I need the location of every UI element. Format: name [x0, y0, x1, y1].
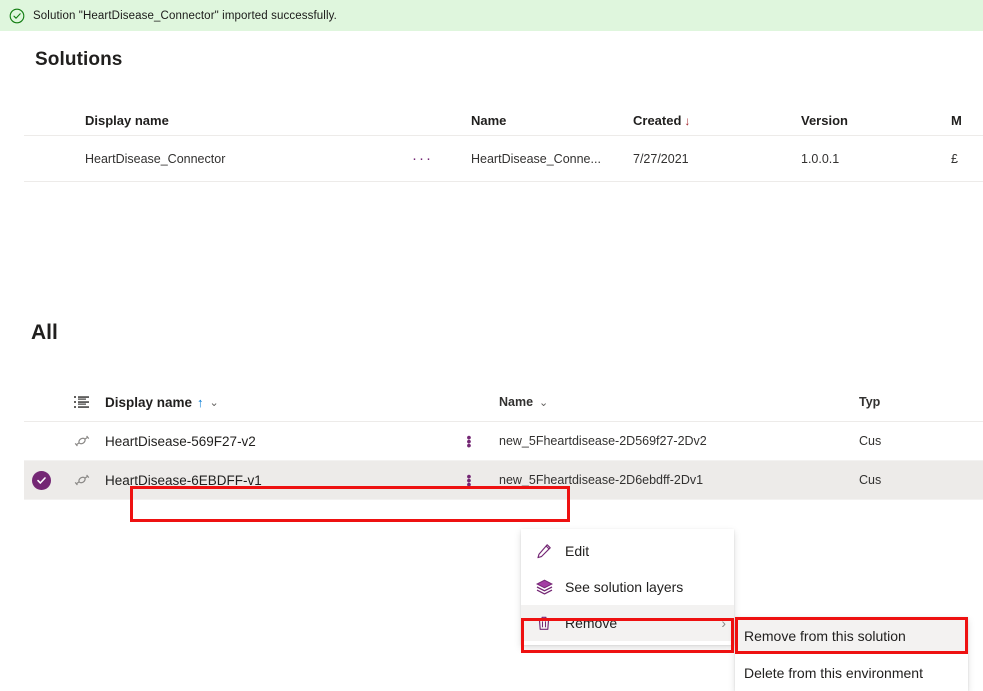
chevron-down-icon[interactable]: ⌄: [539, 397, 548, 409]
column-header-managed[interactable]: M: [951, 113, 983, 135]
banner-message: Solution "HeartDisease_Connector" import…: [33, 9, 337, 22]
chevron-down-icon[interactable]: ⌄: [210, 396, 219, 409]
context-menu-item-remove-label: Remove: [565, 615, 618, 631]
import-success-banner: Solution "HeartDisease_Connector" import…: [0, 0, 983, 31]
pencil-icon: [535, 542, 553, 560]
trash-icon: [535, 614, 553, 632]
row-overflow-menu-icon[interactable]: ···: [409, 151, 471, 166]
submenu-item-delete-from-this-environment[interactable]: Delete from this environment: [735, 654, 968, 691]
row-overflow-menu-icon[interactable]: • • •: [463, 469, 475, 491]
context-menu-item-see-solution-layers-label: See solution layers: [565, 579, 684, 595]
table-row[interactable]: HeartDisease_Connector ··· HeartDisease_…: [24, 136, 983, 182]
page-content: Solutions Display name Name Created ↓ Ver…: [0, 31, 983, 691]
sort-descending-icon: ↓: [684, 114, 691, 128]
sort-ascending-icon: ↑: [197, 394, 204, 410]
cell-type: Cus: [859, 434, 882, 448]
row-type-icon-cell: [59, 472, 105, 488]
remove-submenu: Remove from this solution Delete from th…: [735, 617, 968, 691]
column-header-all-type[interactable]: Typ: [859, 395, 899, 409]
connector-icon: [74, 474, 90, 486]
header-list-view-icon-cell[interactable]: [59, 395, 105, 410]
cell-display-name[interactable]: HeartDisease-569F27-v2 • • •: [105, 430, 499, 452]
all-table-header: Display name ↑ ⌄ Name ⌄ Typ: [24, 383, 983, 422]
cell-managed: £: [951, 151, 958, 166]
column-header-all-display-name-label: Display name: [105, 394, 193, 410]
cell-display-name-text: HeartDisease-6EBDFF-v1: [105, 472, 262, 488]
circle-check-icon: [9, 8, 25, 23]
list-view-icon: [74, 395, 89, 408]
cell-display-name[interactable]: HeartDisease_Connector: [24, 152, 409, 166]
table-row[interactable]: HeartDisease-6EBDFF-v1 • • • new_5Fheartdi…: [24, 461, 983, 500]
all-section-title: All: [31, 321, 58, 344]
column-header-all-name-label: Name: [499, 395, 534, 409]
row-selected-check-icon: [32, 470, 51, 490]
layers-icon: [535, 578, 553, 596]
checkmark-icon: [37, 476, 46, 484]
submenu-item-remove-from-this-solution[interactable]: Remove from this solution: [735, 617, 968, 654]
cell-display-name-text: HeartDisease-569F27-v2: [105, 433, 256, 449]
column-header-all-display-name[interactable]: Display name ↑ ⌄: [105, 395, 499, 410]
row-type-icon-cell: [59, 433, 105, 449]
cell-name: new_5Fheartdisease-2D6ebdff-2Dv1: [499, 473, 704, 487]
cell-type: Cus: [859, 473, 882, 487]
solutions-table: Display name Name Created ↓ Version M Hea…: [24, 99, 983, 182]
cell-version: 1.0.0.1: [801, 151, 840, 166]
all-components-table: Display name ↑ ⌄ Name ⌄ Typ HeartDisease…: [24, 383, 983, 500]
context-menu-item-see-solution-layers[interactable]: See solution layers: [521, 569, 734, 605]
solutions-table-header: Display name Name Created ↓ Version M: [24, 99, 983, 136]
solutions-page-title: Solutions: [35, 49, 123, 70]
cell-display-name[interactable]: HeartDisease-6EBDFF-v1 • • •: [105, 469, 499, 491]
row-overflow-menu-icon[interactable]: • • •: [463, 430, 475, 452]
chevron-right-icon: ›: [721, 615, 726, 631]
column-header-all-name[interactable]: Name ⌄: [499, 395, 859, 409]
column-header-version[interactable]: Version: [801, 113, 951, 135]
context-menu-item-remove[interactable]: Remove ›: [521, 605, 734, 641]
connector-icon: [74, 435, 90, 447]
column-header-created[interactable]: Created ↓: [633, 113, 801, 135]
column-header-name[interactable]: Name: [471, 113, 633, 135]
table-row[interactable]: HeartDisease-569F27-v2 • • • new_5Fheartdi…: [24, 422, 983, 461]
context-menu-item-edit[interactable]: Edit: [521, 533, 734, 569]
column-header-display-name[interactable]: Display name: [24, 113, 409, 135]
row-checkbox[interactable]: [24, 470, 59, 490]
cell-name: new_5Fheartdisease-2D569f27-2Dv2: [499, 434, 707, 448]
column-header-created-label: Created: [633, 113, 682, 128]
row-context-menu: Edit See solution layers Remove ›: [521, 529, 734, 645]
cell-name: HeartDisease_Conne...: [471, 151, 601, 166]
context-menu-item-edit-label: Edit: [565, 543, 590, 559]
cell-created: 7/27/2021: [633, 151, 689, 166]
